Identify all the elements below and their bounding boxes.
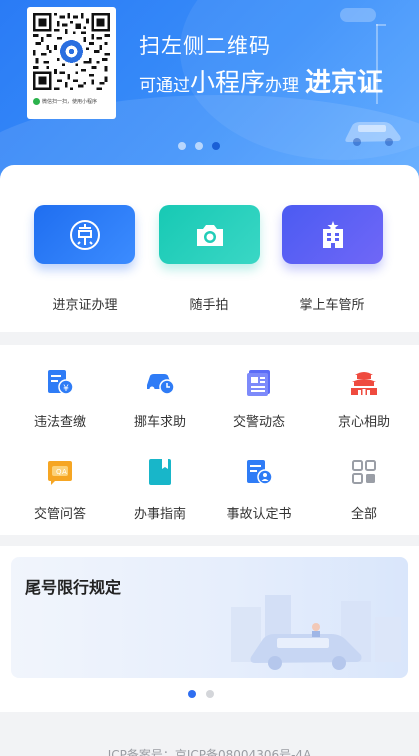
service-label: 交管问答 xyxy=(33,507,86,522)
tiananmen-icon xyxy=(351,372,377,395)
building-icon xyxy=(322,220,343,248)
jingzheng-label: 进京证办理 xyxy=(52,298,118,313)
wechat-icon xyxy=(33,98,40,105)
accident-doc-icon xyxy=(247,460,273,485)
service-label: 事故认定书 xyxy=(226,507,292,522)
service-jingxin-help[interactable]: 京心相助 xyxy=(312,363,416,443)
service-label: 违法查缴 xyxy=(33,415,86,430)
icp-footer: ICP备案号：京ICP备08004306号-4A xyxy=(107,748,312,756)
police-car-illustration xyxy=(345,122,401,146)
carousel-dot-active[interactable] xyxy=(188,690,196,698)
tail-restriction-card[interactable]: 尾号限行规定 xyxy=(11,557,408,678)
service-qa[interactable]: Q A 交管问答 xyxy=(8,453,112,533)
banner-text: 办理 xyxy=(265,76,300,96)
carousel-dot[interactable] xyxy=(195,142,203,150)
tail-restriction-title: 尾号限行规定 xyxy=(25,578,122,597)
top-banner[interactable]: 微信扫一扫，使用小程序 扫左侧二维码 可通过小程序办理 进京证 xyxy=(0,0,419,182)
vehicle-office-tile[interactable] xyxy=(282,205,383,264)
qa-chat-icon: Q A xyxy=(48,461,72,485)
city-car-illustration xyxy=(231,595,401,670)
news-icon xyxy=(247,370,270,396)
qr-code-card[interactable]: 微信扫一扫，使用小程序 xyxy=(27,7,116,119)
service-accident-report[interactable]: 事故认定书 xyxy=(207,453,311,533)
service-label: 全部 xyxy=(350,507,377,522)
violation-payment-icon: ¥ xyxy=(48,370,74,395)
banner-subline: 可通过小程序办理 进京证 xyxy=(139,62,383,99)
carousel-dot[interactable] xyxy=(178,142,186,150)
banner-headline: 扫左侧二维码 xyxy=(139,34,271,58)
banner-text: 可通过 xyxy=(139,76,190,96)
photo-report-label: 随手拍 xyxy=(189,298,229,313)
service-move-car[interactable]: 挪车求助 xyxy=(108,363,212,443)
qr-caption-text: 微信扫一扫，使用小程序 xyxy=(42,99,98,105)
service-violation[interactable]: ¥ 违法查缴 xyxy=(8,363,112,443)
jing-badge-icon xyxy=(69,219,100,250)
jingzheng-tile[interactable] xyxy=(34,205,135,264)
carousel-dot-active[interactable] xyxy=(212,142,220,150)
service-label: 办事指南 xyxy=(133,507,186,522)
service-all[interactable]: 全部 xyxy=(312,453,416,533)
banner-carousel-dots[interactable] xyxy=(178,142,220,150)
service-label: 交警动态 xyxy=(232,415,285,430)
cloud-decoration xyxy=(340,8,376,22)
svg-text:¥: ¥ xyxy=(63,384,69,394)
service-guide[interactable]: 办事指南 xyxy=(108,453,212,533)
primary-services-card: 进京证办理 随手拍 掌上车管所 xyxy=(0,165,419,332)
service-police-news[interactable]: 交警动态 xyxy=(207,363,311,443)
photo-report-tile[interactable] xyxy=(159,205,260,264)
car-clock-icon xyxy=(147,374,175,395)
qr-code-image xyxy=(33,13,110,90)
carousel-dot[interactable] xyxy=(206,690,214,698)
notice-carousel: 尾号限行规定 xyxy=(0,546,419,712)
services-grid: ¥ 违法查缴 挪车求助 交警动态 京心相助 Q A 交管问答 办事指南 事故认定… xyxy=(0,345,419,535)
guide-book-icon xyxy=(149,459,171,485)
camera-icon xyxy=(196,224,223,246)
svg-text:A: A xyxy=(62,468,67,476)
service-label: 挪车求助 xyxy=(133,415,186,430)
notice-carousel-dots[interactable] xyxy=(188,690,214,698)
vehicle-office-label: 掌上车管所 xyxy=(299,298,365,313)
qr-caption: 微信扫一扫，使用小程序 xyxy=(33,98,110,105)
service-label: 京心相助 xyxy=(337,415,390,430)
grid-all-icon xyxy=(352,460,376,484)
banner-text: 小程序 xyxy=(190,68,266,97)
banner-text: 进京证 xyxy=(305,68,384,98)
